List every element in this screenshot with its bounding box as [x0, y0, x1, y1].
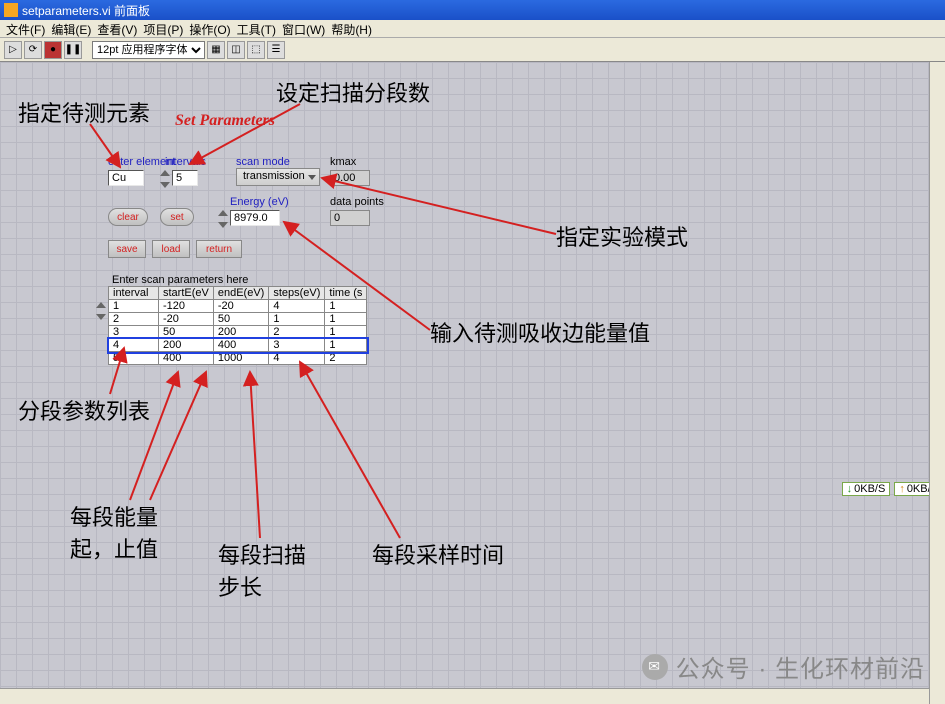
font-selector[interactable]: 12pt 应用程序字体	[92, 41, 205, 59]
panel-title: Set Parameters	[175, 112, 275, 130]
th-ende: endE(eV)	[213, 287, 268, 300]
menu-help[interactable]: 帮助(H)	[328, 20, 375, 37]
th-time: time (s	[325, 287, 367, 300]
table-row[interactable]: 35020021	[109, 326, 367, 339]
scan-table-caption: Enter scan parameters here	[112, 274, 248, 286]
align-button[interactable]: ▦	[207, 41, 225, 59]
menubar: 文件(F) 编辑(E) 查看(V) 项目(P) 操作(O) 工具(T) 窗口(W…	[0, 20, 945, 38]
resize-button[interactable]: ⬚	[247, 41, 265, 59]
table-row[interactable]: 2-205011	[109, 313, 367, 326]
vertical-scrollbar[interactable]	[929, 62, 945, 704]
table-row[interactable]: 1-120-2041	[109, 300, 367, 313]
wechat-icon: ✉	[642, 654, 668, 680]
annotation-steps: 每段扫描 步长	[218, 538, 306, 602]
save-button[interactable]: save	[108, 240, 146, 258]
kmax-output: 0.00	[330, 170, 370, 186]
menu-edit[interactable]: 编辑(E)	[48, 20, 94, 37]
menu-tools[interactable]: 工具(T)	[234, 20, 279, 37]
return-button[interactable]: return	[196, 240, 242, 258]
menu-operate[interactable]: 操作(O)	[186, 20, 233, 37]
menu-view[interactable]: 查看(V)	[94, 20, 140, 37]
horizontal-scrollbar[interactable]	[0, 688, 929, 704]
intervals-spinner[interactable]	[160, 170, 170, 188]
net-speed-indicator: ↓0KB/S ↑0KB/S	[842, 482, 943, 496]
menu-project[interactable]: 项目(P)	[140, 20, 186, 37]
annotation-energy: 输入待测吸收边能量值	[430, 316, 650, 348]
label-scan-mode: scan mode	[236, 156, 290, 168]
clear-button[interactable]: clear	[108, 208, 148, 226]
menu-window[interactable]: 窗口(W)	[279, 20, 328, 37]
run-button[interactable]: ▷	[4, 41, 22, 59]
load-button[interactable]: load	[152, 240, 190, 258]
set-button[interactable]: set	[160, 208, 194, 226]
th-steps: steps(eV)	[269, 287, 325, 300]
table-row-spinner[interactable]	[96, 302, 106, 320]
annotation-tablelist: 分段参数列表	[18, 394, 150, 426]
front-panel: Set Parameters enter element intervals s…	[0, 62, 945, 704]
window-titlebar: setparameters.vi 前面板	[0, 0, 945, 20]
energy-input[interactable]: 8979.0	[230, 210, 280, 226]
scan-parameters-table[interactable]: interval startE(eV endE(eV) steps(eV) ti…	[108, 286, 367, 365]
scan-mode-dropdown[interactable]: transmission	[236, 168, 320, 186]
annotation-element: 指定待测元素	[18, 96, 150, 128]
table-row[interactable]: 420040031	[109, 339, 367, 352]
annotation-startend: 每段能量 起，止值	[70, 500, 158, 564]
app-icon	[4, 3, 18, 17]
reorder-button[interactable]: ☰	[267, 41, 285, 59]
label-kmax: kmax	[330, 156, 356, 168]
th-interval: interval	[109, 287, 159, 300]
table-row[interactable]: 5400100042	[109, 352, 367, 365]
label-energy: Energy (eV)	[230, 196, 289, 208]
window-title: setparameters.vi 前面板	[22, 2, 150, 19]
energy-spinner[interactable]	[218, 210, 228, 228]
datapoints-output: 0	[330, 210, 370, 226]
distribute-button[interactable]: ◫	[227, 41, 245, 59]
label-intervals: intervals	[165, 156, 206, 168]
label-datapoints: data points	[330, 196, 384, 208]
abort-button[interactable]: ●	[44, 41, 62, 59]
element-input[interactable]: Cu	[108, 170, 144, 186]
th-starte: startE(eV	[159, 287, 214, 300]
annotation-intervals: 设定扫描分段数	[276, 76, 430, 108]
menu-file[interactable]: 文件(F)	[3, 20, 48, 37]
toolbar: ▷ ⟳ ● ❚❚ 12pt 应用程序字体 ▦ ◫ ⬚ ☰	[0, 38, 945, 62]
watermark: ✉ 公众号 · 生化环材前沿	[642, 649, 925, 684]
run-continuous-button[interactable]: ⟳	[24, 41, 42, 59]
pause-button[interactable]: ❚❚	[64, 41, 82, 59]
annotation-time: 每段采样时间	[372, 538, 504, 570]
table-header-row: interval startE(eV endE(eV) steps(eV) ti…	[109, 287, 367, 300]
annotation-mode: 指定实验模式	[556, 220, 688, 252]
intervals-input[interactable]: 5	[172, 170, 198, 186]
